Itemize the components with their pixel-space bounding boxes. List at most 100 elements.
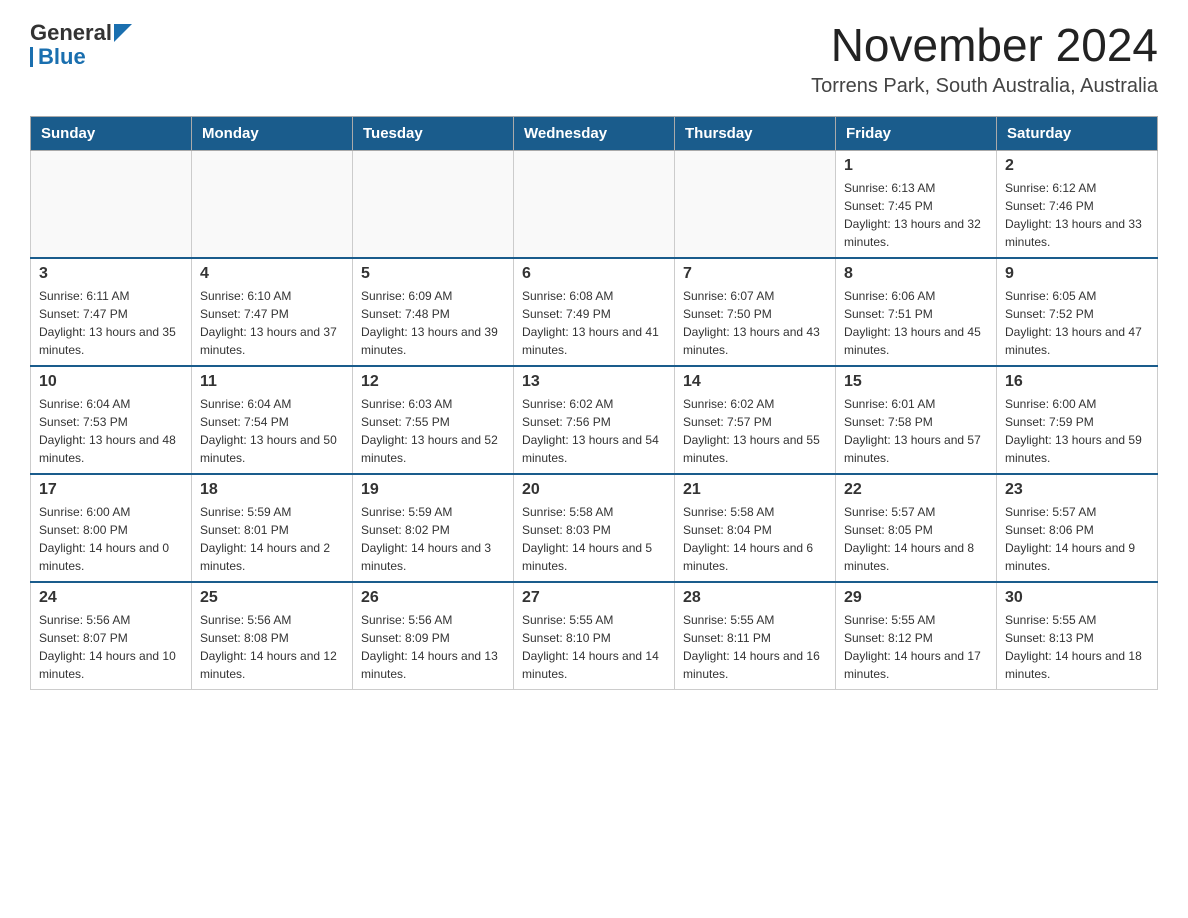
- day-number: 27: [522, 589, 666, 607]
- table-row: 24 Sunrise: 5:56 AMSunset: 8:07 PMDayligh…: [31, 582, 192, 690]
- table-row: 9 Sunrise: 6:05 AMSunset: 7:52 PMDaylight…: [997, 258, 1158, 366]
- table-row: 29Sunrise: 5:55 AMSunset: 8:12 PMDayligh…: [836, 582, 997, 690]
- table-row: 22 Sunrise: 5:57 AMSunset: 8:05 PMDayligh…: [836, 474, 997, 582]
- title-area: November 2024 Torrens Park, South Austra…: [811, 20, 1158, 98]
- day-number: 16: [1005, 373, 1149, 391]
- table-row: 19 Sunrise: 5:59 AMSunset: 8:02 PMDayligh…: [353, 474, 514, 582]
- table-row: 23Sunrise: 5:57 AMSunset: 8:06 PMDayligh…: [997, 474, 1158, 582]
- calendar-week-row: 24 Sunrise: 5:56 AMSunset: 8:07 PMDayligh…: [31, 582, 1158, 690]
- day-info: Sunrise: 5:56 AMSunset: 8:09 PMDaylight:…: [361, 611, 505, 683]
- day-info: Sunrise: 5:59 AMSunset: 8:02 PMDaylight:…: [361, 503, 505, 575]
- day-info: Sunrise: 6:10 AMSunset: 7:47 PMDaylight:…: [200, 287, 344, 359]
- day-number: 29: [844, 589, 988, 607]
- day-number: 3: [39, 265, 183, 283]
- day-info: Sunrise: 6:03 AMSunset: 7:55 PMDaylight:…: [361, 395, 505, 467]
- table-row: 18 Sunrise: 5:59 AMSunset: 8:01 PMDayligh…: [192, 474, 353, 582]
- table-row: 30 Sunrise: 5:55 AMSunset: 8:13 PMDayligh…: [997, 582, 1158, 690]
- day-number: 28: [683, 589, 827, 607]
- day-number: 20: [522, 481, 666, 499]
- table-row: 7 Sunrise: 6:07 AMSunset: 7:50 PMDaylight…: [675, 258, 836, 366]
- table-row: 4 Sunrise: 6:10 AMSunset: 7:47 PMDaylight…: [192, 258, 353, 366]
- table-row: 25 Sunrise: 5:56 AMSunset: 8:08 PMDayligh…: [192, 582, 353, 690]
- day-number: 9: [1005, 265, 1149, 283]
- table-row: [192, 150, 353, 258]
- table-row: 28 Sunrise: 5:55 AMSunset: 8:11 PMDayligh…: [675, 582, 836, 690]
- day-info: Sunrise: 6:02 AMSunset: 7:57 PMDaylight:…: [683, 395, 827, 467]
- calendar-header-row: Sunday Monday Tuesday Wednesday Thursday…: [31, 116, 1158, 150]
- calendar-week-row: 10 Sunrise: 6:04 AMSunset: 7:53 PMDayligh…: [31, 366, 1158, 474]
- day-info: Sunrise: 6:04 AMSunset: 7:53 PMDaylight:…: [39, 395, 183, 467]
- table-row: 12 Sunrise: 6:03 AMSunset: 7:55 PMDayligh…: [353, 366, 514, 474]
- day-number: 22: [844, 481, 988, 499]
- day-info: Sunrise: 6:06 AMSunset: 7:51 PMDaylight:…: [844, 287, 988, 359]
- day-info: Sunrise: 5:57 AMSunset: 8:06 PMDaylight:…: [1005, 503, 1149, 575]
- day-info: Sunrise: 5:56 AMSunset: 8:07 PMDaylight:…: [39, 611, 183, 683]
- day-number: 1: [844, 157, 988, 175]
- table-row: 27 Sunrise: 5:55 AMSunset: 8:10 PMDayligh…: [514, 582, 675, 690]
- header-wednesday: Wednesday: [514, 116, 675, 150]
- day-info: Sunrise: 6:01 AMSunset: 7:58 PMDaylight:…: [844, 395, 988, 467]
- day-number: 15: [844, 373, 988, 391]
- logo-blue-bar: [30, 47, 33, 67]
- header-friday: Friday: [836, 116, 997, 150]
- day-info: Sunrise: 6:11 AMSunset: 7:47 PMDaylight:…: [39, 287, 183, 359]
- day-info: Sunrise: 5:55 AMSunset: 8:11 PMDaylight:…: [683, 611, 827, 683]
- day-info: Sunrise: 6:08 AMSunset: 7:49 PMDaylight:…: [522, 287, 666, 359]
- day-number: 19: [361, 481, 505, 499]
- day-number: 14: [683, 373, 827, 391]
- logo-general-text: General: [30, 20, 112, 46]
- logo: General Blue: [30, 20, 132, 70]
- calendar-title: November 2024: [811, 20, 1158, 71]
- day-info: Sunrise: 6:00 AMSunset: 7:59 PMDaylight:…: [1005, 395, 1149, 467]
- table-row: 10 Sunrise: 6:04 AMSunset: 7:53 PMDayligh…: [31, 366, 192, 474]
- day-number: 10: [39, 373, 183, 391]
- calendar-subtitle: Torrens Park, South Australia, Australia: [811, 75, 1158, 98]
- table-row: 8Sunrise: 6:06 AMSunset: 7:51 PMDaylight…: [836, 258, 997, 366]
- day-number: 4: [200, 265, 344, 283]
- day-info: Sunrise: 5:57 AMSunset: 8:05 PMDaylight:…: [844, 503, 988, 575]
- day-number: 30: [1005, 589, 1149, 607]
- header-monday: Monday: [192, 116, 353, 150]
- day-info: Sunrise: 6:13 AMSunset: 7:45 PMDaylight:…: [844, 179, 988, 251]
- day-number: 26: [361, 589, 505, 607]
- header-sunday: Sunday: [31, 116, 192, 150]
- logo-arrow-icon: [114, 24, 132, 42]
- logo-blue-text: Blue: [38, 44, 86, 70]
- header-tuesday: Tuesday: [353, 116, 514, 150]
- table-row: [514, 150, 675, 258]
- day-number: 11: [200, 373, 344, 391]
- table-row: 17Sunrise: 6:00 AMSunset: 8:00 PMDayligh…: [31, 474, 192, 582]
- day-number: 25: [200, 589, 344, 607]
- table-row: 15 Sunrise: 6:01 AMSunset: 7:58 PMDayligh…: [836, 366, 997, 474]
- table-row: 14 Sunrise: 6:02 AMSunset: 7:57 PMDayligh…: [675, 366, 836, 474]
- day-number: 5: [361, 265, 505, 283]
- day-info: Sunrise: 6:02 AMSunset: 7:56 PMDaylight:…: [522, 395, 666, 467]
- day-info: Sunrise: 5:55 AMSunset: 8:13 PMDaylight:…: [1005, 611, 1149, 683]
- table-row: 16 Sunrise: 6:00 AMSunset: 7:59 PMDayligh…: [997, 366, 1158, 474]
- table-row: 13Sunrise: 6:02 AMSunset: 7:56 PMDayligh…: [514, 366, 675, 474]
- day-info: Sunrise: 5:59 AMSunset: 8:01 PMDaylight:…: [200, 503, 344, 575]
- day-info: Sunrise: 6:07 AMSunset: 7:50 PMDaylight:…: [683, 287, 827, 359]
- header-thursday: Thursday: [675, 116, 836, 150]
- day-info: Sunrise: 5:56 AMSunset: 8:08 PMDaylight:…: [200, 611, 344, 683]
- day-number: 21: [683, 481, 827, 499]
- table-row: 11 Sunrise: 6:04 AMSunset: 7:54 PMDayligh…: [192, 366, 353, 474]
- day-number: 12: [361, 373, 505, 391]
- table-row: 6 Sunrise: 6:08 AMSunset: 7:49 PMDaylight…: [514, 258, 675, 366]
- day-info: Sunrise: 6:09 AMSunset: 7:48 PMDaylight:…: [361, 287, 505, 359]
- day-number: 6: [522, 265, 666, 283]
- day-info: Sunrise: 6:04 AMSunset: 7:54 PMDaylight:…: [200, 395, 344, 467]
- day-info: Sunrise: 5:58 AMSunset: 8:03 PMDaylight:…: [522, 503, 666, 575]
- day-number: 7: [683, 265, 827, 283]
- day-number: 24: [39, 589, 183, 607]
- day-info: Sunrise: 5:55 AMSunset: 8:10 PMDaylight:…: [522, 611, 666, 683]
- day-info: Sunrise: 6:12 AMSunset: 7:46 PMDaylight:…: [1005, 179, 1149, 251]
- calendar-week-row: 1 Sunrise: 6:13 AMSunset: 7:45 PMDaylight…: [31, 150, 1158, 258]
- day-number: 18: [200, 481, 344, 499]
- table-row: [675, 150, 836, 258]
- day-info: Sunrise: 6:05 AMSunset: 7:52 PMDaylight:…: [1005, 287, 1149, 359]
- calendar-week-row: 17Sunrise: 6:00 AMSunset: 8:00 PMDayligh…: [31, 474, 1158, 582]
- table-row: 1 Sunrise: 6:13 AMSunset: 7:45 PMDaylight…: [836, 150, 997, 258]
- table-row: 3 Sunrise: 6:11 AMSunset: 7:47 PMDaylight…: [31, 258, 192, 366]
- calendar-table: Sunday Monday Tuesday Wednesday Thursday…: [30, 116, 1158, 690]
